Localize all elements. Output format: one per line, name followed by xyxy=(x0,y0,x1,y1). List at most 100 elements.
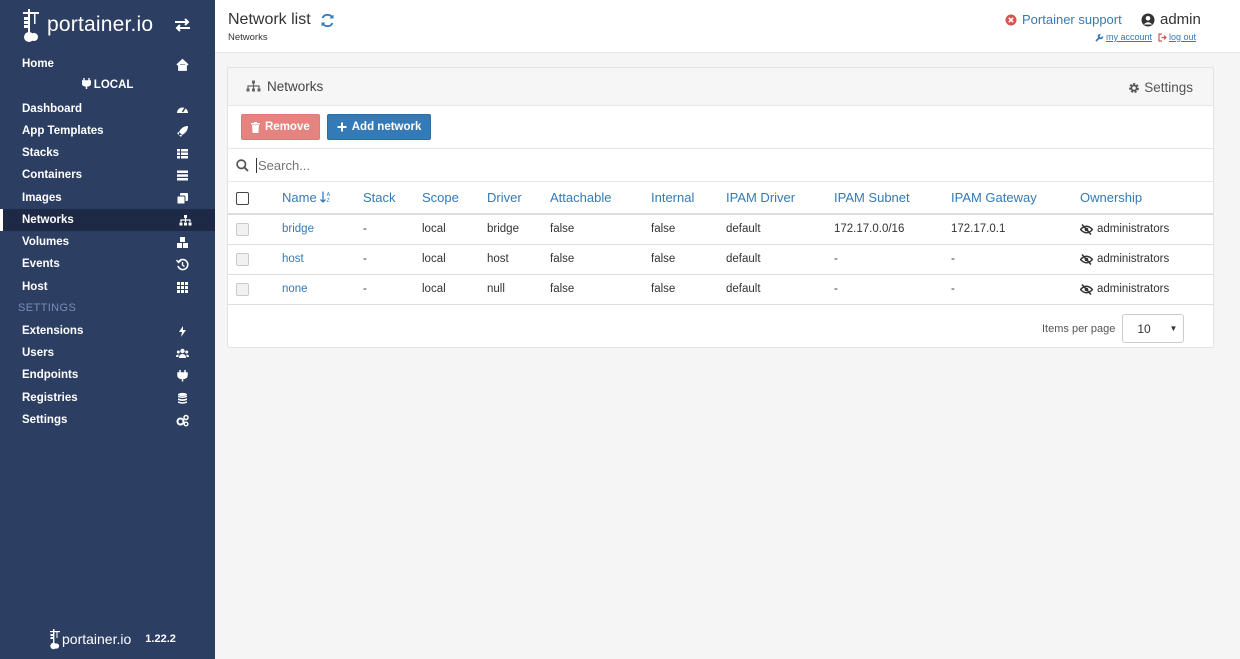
sidebar-item-users[interactable]: Users xyxy=(0,342,215,364)
sidebar-item-settings[interactable]: Settings xyxy=(0,409,215,431)
sidebar-item-label: Home xyxy=(22,58,54,70)
sidebar-item-label: Registries xyxy=(22,392,78,404)
sitemap-icon xyxy=(179,215,192,226)
home-icon xyxy=(176,58,189,71)
sort-alpha-icon: AZ xyxy=(320,191,331,204)
attachable-cell: false xyxy=(550,244,651,275)
my-account-link[interactable]: my account xyxy=(1095,32,1152,42)
column-header-attachable[interactable]: Attachable xyxy=(550,182,651,215)
search-bar xyxy=(228,148,1213,182)
sidebar-item-dashboard[interactable]: Dashboard xyxy=(0,98,215,120)
column-header-name[interactable]: Name AZ xyxy=(282,182,363,215)
sidebar-item-label: Endpoints xyxy=(22,369,79,381)
table-header-row: Name AZ Stack Scope Driver Attachable In… xyxy=(228,182,1213,215)
sidebar-item-label: App Templates xyxy=(22,125,104,137)
plus-icon xyxy=(337,122,347,132)
gear-icon xyxy=(1129,82,1140,93)
footer-brand-text: portainer.io xyxy=(62,631,132,647)
sidebar-item-networks[interactable]: Networks xyxy=(0,209,215,231)
attachable-cell: false xyxy=(550,274,651,305)
ownership-cell: administrators xyxy=(1080,214,1213,245)
sidebar-item-registries[interactable]: Registries xyxy=(0,387,215,409)
search-icon xyxy=(236,158,249,172)
column-header-ipam-subnet[interactable]: IPAM Subnet xyxy=(834,182,951,215)
ipam-gateway-cell: - xyxy=(951,244,1080,275)
column-header-internal[interactable]: Internal xyxy=(651,182,726,215)
database-icon xyxy=(178,392,187,404)
row-checkbox[interactable] xyxy=(236,252,249,266)
sidebar-item-label: Dashboard xyxy=(22,103,83,115)
page-title: Network list xyxy=(228,11,335,29)
tachometer-icon xyxy=(177,107,188,113)
ipam-subnet-cell: 172.17.0.0/16 xyxy=(834,214,951,245)
attachable-cell: false xyxy=(550,214,651,245)
settings-section-title: SETTINGS xyxy=(18,302,77,314)
sidebar-item-volumes[interactable]: Volumes xyxy=(0,231,215,253)
ipam-gateway-cell: 172.17.0.1 xyxy=(951,214,1080,245)
internal-cell: false xyxy=(651,214,726,245)
row-select-cell xyxy=(228,274,282,305)
select-all-checkbox[interactable] xyxy=(236,192,249,206)
column-header-stack[interactable]: Stack xyxy=(363,182,422,215)
table-settings-button[interactable]: Settings xyxy=(1128,80,1193,95)
sidebar-item-label: Host xyxy=(22,281,48,293)
sidebar-item-label: Events xyxy=(22,258,60,270)
ipam-driver-cell: default xyxy=(726,244,834,275)
table-row: none - local null false false default - … xyxy=(228,274,1213,305)
user-menu: admin xyxy=(1141,11,1201,28)
row-select-cell xyxy=(228,214,282,245)
sidebar-item-images[interactable]: Images xyxy=(0,187,215,209)
remove-button[interactable]: Remove xyxy=(241,114,320,140)
clone-icon xyxy=(176,193,188,205)
stack-cell: - xyxy=(363,214,422,245)
sidebar-item-label: Stacks xyxy=(22,147,60,159)
sidebar-item-containers[interactable]: Containers xyxy=(0,164,215,186)
ownership-cell: administrators xyxy=(1080,244,1213,275)
trash-icon xyxy=(251,121,260,133)
internal-cell: false xyxy=(651,274,726,305)
ownership-cell: administrators xyxy=(1080,274,1213,305)
row-checkbox[interactable] xyxy=(236,222,249,236)
sidebar-item-events[interactable]: Events xyxy=(0,253,215,275)
row-select-cell xyxy=(228,244,282,275)
sign-out-icon xyxy=(1158,32,1167,42)
column-header-ipam-gateway[interactable]: IPAM Gateway xyxy=(951,182,1080,215)
sidebar-item-extensions[interactable]: Extensions xyxy=(0,320,215,342)
refresh-icon[interactable] xyxy=(320,13,335,28)
column-header-scope[interactable]: Scope xyxy=(422,182,487,215)
history-icon xyxy=(176,258,189,271)
wrench-icon xyxy=(1095,33,1104,42)
sidebar-item-label: Volumes xyxy=(22,236,70,248)
toggle-sidebar-icon[interactable] xyxy=(174,17,191,33)
sidebar-item-host[interactable]: Host xyxy=(0,276,215,298)
row-checkbox[interactable] xyxy=(236,282,249,296)
page-header: Network list Networks Portainer support … xyxy=(215,0,1240,53)
column-header-driver[interactable]: Driver xyxy=(487,182,550,215)
users-icon xyxy=(176,348,189,358)
scope-cell: local xyxy=(422,244,487,275)
column-header-ipam-driver[interactable]: IPAM Driver xyxy=(726,182,834,215)
sidebar-item-stacks[interactable]: Stacks xyxy=(0,142,215,164)
search-input[interactable] xyxy=(256,157,1156,173)
select-all-cell xyxy=(228,182,282,215)
panel-title: Networks xyxy=(267,79,324,94)
network-name-link[interactable]: none xyxy=(282,283,308,295)
portainer-logo[interactable]: portainer.io xyxy=(20,7,153,43)
driver-cell: host xyxy=(487,244,550,275)
items-per-page-select[interactable]: 10 ▼ xyxy=(1122,314,1185,343)
th-list-icon xyxy=(177,149,188,159)
column-header-ownership[interactable]: Ownership xyxy=(1080,182,1213,215)
network-name-link[interactable]: bridge xyxy=(282,223,314,235)
eye-slash-icon xyxy=(1080,283,1093,295)
support-link[interactable]: Portainer support xyxy=(1005,12,1122,27)
network-name-link[interactable]: host xyxy=(282,253,304,265)
sidebar-item-app-templates[interactable]: App Templates xyxy=(0,120,215,142)
sidebar-item-home[interactable]: Home xyxy=(0,53,215,75)
breadcrumb: Networks xyxy=(228,32,268,43)
add-network-button[interactable]: Add network xyxy=(326,114,432,140)
sidebar-item-endpoints[interactable]: Endpoints xyxy=(0,364,215,386)
caret-down-icon: ▼ xyxy=(1169,324,1178,333)
sidebar-footer: portainer.io 1.22.2 xyxy=(48,628,176,650)
log-out-link[interactable]: log out xyxy=(1158,32,1196,42)
sitemap-icon xyxy=(246,80,261,92)
